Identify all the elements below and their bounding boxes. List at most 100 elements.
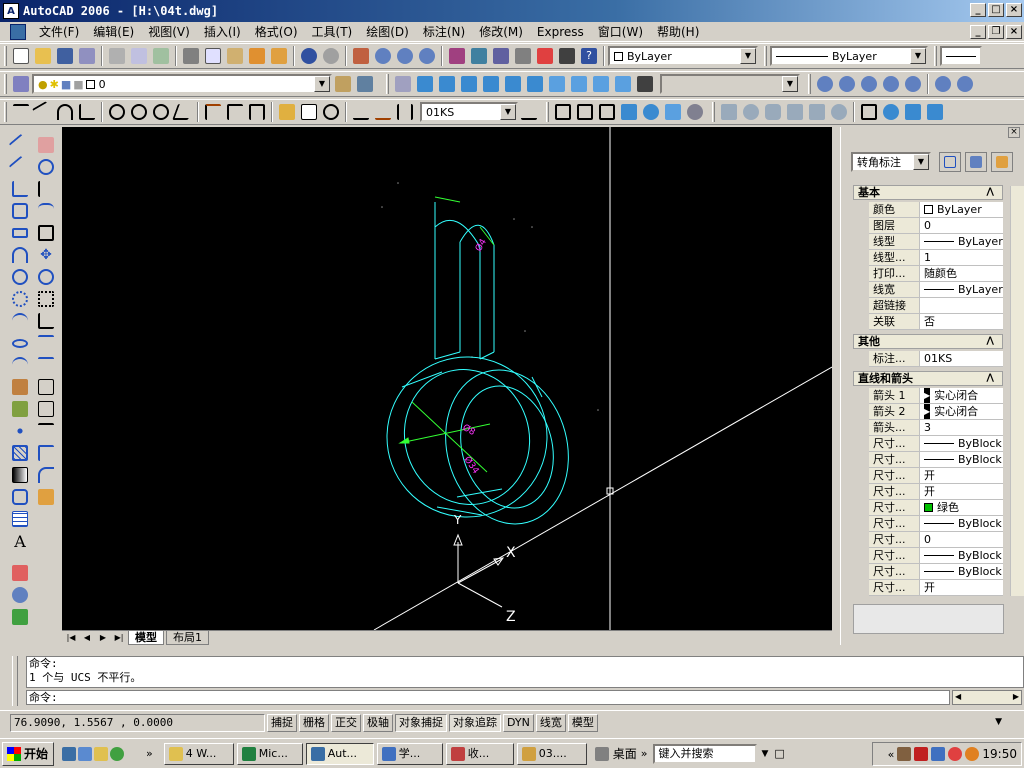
zoom-previous-icon[interactable] <box>416 45 438 67</box>
diameter-dim-icon[interactable] <box>150 101 172 123</box>
markup-icon[interactable] <box>534 45 556 67</box>
menu-draw[interactable]: 绘图(D) <box>359 23 416 41</box>
table-icon[interactable] <box>9 508 31 530</box>
solid-sphere-icon[interactable] <box>740 101 762 123</box>
status-toggle[interactable]: 模型 <box>567 713 598 732</box>
property-row[interactable]: 尺寸... ByBlock <box>869 452 1003 468</box>
chevron-down-icon[interactable]: ▼ <box>314 76 330 92</box>
zoom-realtime-left-icon[interactable] <box>9 584 31 606</box>
linetype-combo[interactable]: ByLayer ▼ <box>770 46 928 66</box>
property-row[interactable]: 尺寸... ByBlock <box>869 564 1003 580</box>
layer-combo[interactable]: ● ✱ ■ ■ 0 ▼ <box>32 74 332 94</box>
taskbar-button[interactable]: 学... <box>376 742 443 765</box>
leader-icon[interactable] <box>276 101 298 123</box>
rotate-icon[interactable] <box>35 266 57 288</box>
property-row[interactable]: 线型... 1 <box>869 250 1003 266</box>
right-view-icon[interactable] <box>480 73 502 95</box>
status-toggle[interactable]: 对象追踪 <box>449 713 501 732</box>
status-toggle[interactable]: 栅格 <box>299 713 329 732</box>
command-input[interactable]: 命令: <box>26 690 950 705</box>
tolerance-icon[interactable] <box>298 101 320 123</box>
pan-icon[interactable] <box>350 45 372 67</box>
collapse-chevron-icon[interactable]: ⋀ <box>986 372 994 385</box>
collapse-chevron-icon[interactable]: ⋀ <box>986 335 994 348</box>
tab-layout1[interactable]: 布局1 <box>166 630 209 645</box>
paste-icon[interactable] <box>224 45 246 67</box>
tray-network-icon[interactable] <box>931 747 946 761</box>
circle-icon[interactable] <box>9 266 31 288</box>
chevron-down-icon[interactable]: ▼ <box>740 48 756 64</box>
brush-icon[interactable] <box>268 45 290 67</box>
extend-icon[interactable] <box>35 354 57 376</box>
layer-manager-icon[interactable] <box>10 73 32 95</box>
status-toggle[interactable]: 极轴 <box>363 713 393 732</box>
drawing-area[interactable]: Ø8 Ø34 Ø4 Y X Z <box>62 127 832 630</box>
property-row[interactable]: 箭头 2 ▶ 实心闭合 <box>869 404 1003 420</box>
cut-icon[interactable] <box>180 45 202 67</box>
close-icon[interactable]: × <box>1008 127 1020 138</box>
close-button[interactable]: × <box>1006 3 1022 17</box>
taskbar-button[interactable]: 收... <box>445 742 514 765</box>
layer-previous-icon[interactable] <box>354 73 376 95</box>
open-icon[interactable] <box>32 45 54 67</box>
dim-style-icon[interactable] <box>518 101 540 123</box>
line-icon[interactable] <box>8 133 32 157</box>
back-view-icon[interactable] <box>524 73 546 95</box>
taskbar-button[interactable]: 4 W... <box>163 742 234 765</box>
baseline-dim-icon[interactable] <box>224 101 246 123</box>
extrude-icon[interactable] <box>858 101 880 123</box>
menu-dimension[interactable]: 标注(N) <box>416 23 472 41</box>
zoom-in-icon[interactable] <box>932 73 954 95</box>
make-block-icon[interactable] <box>9 398 31 420</box>
status-toggle[interactable]: 线宽 <box>535 713 566 732</box>
property-section-header[interactable]: 直线和箭头 ⋀ <box>853 371 1003 386</box>
trim-icon[interactable] <box>35 332 57 354</box>
property-row[interactable]: 箭头 1 ▶ 实心闭合 <box>869 388 1003 404</box>
tray-antivirus-icon[interactable] <box>948 747 963 761</box>
revolve-icon[interactable] <box>880 101 902 123</box>
status-menu-icon[interactable]: ▼ <box>995 717 1002 727</box>
front-view-icon[interactable] <box>502 73 524 95</box>
zoom-realtime-icon[interactable] <box>372 45 394 67</box>
fillet-icon[interactable] <box>35 464 57 486</box>
angular-dim-icon[interactable] <box>172 101 194 123</box>
chevron-down-icon[interactable]: ▼ <box>910 48 926 64</box>
rectangle-icon[interactable] <box>9 222 31 244</box>
browser-icon[interactable] <box>78 746 92 761</box>
desktop-label[interactable]: 桌面 <box>613 745 637 762</box>
clock[interactable]: 19:50 <box>982 747 1017 761</box>
status-toggle[interactable]: 正交 <box>331 713 361 732</box>
mirror-icon[interactable] <box>35 178 57 200</box>
plot-icon[interactable] <box>76 45 98 67</box>
object-snap-icon[interactable] <box>9 562 31 584</box>
undo-icon[interactable] <box>298 45 320 67</box>
document-icon[interactable] <box>10 23 26 40</box>
properties-scrollbar[interactable] <box>1010 186 1024 596</box>
join-icon[interactable] <box>35 420 57 442</box>
property-row[interactable]: 尺寸... 绿色 <box>869 500 1003 516</box>
search-input[interactable]: 键入并搜索 <box>653 743 758 764</box>
property-row[interactable]: 尺寸... 开 <box>869 468 1003 484</box>
save-icon[interactable] <box>54 45 76 67</box>
property-section-header[interactable]: 其他 ⋀ <box>853 334 1003 349</box>
arc-icon[interactable] <box>9 244 31 266</box>
doc-close-button[interactable]: × <box>1006 25 1022 39</box>
point-icon[interactable] <box>9 420 31 442</box>
zoom-out-icon[interactable] <box>954 73 976 95</box>
chamfer-icon[interactable] <box>35 442 57 464</box>
chevron-down-icon[interactable]: ▼ <box>500 104 516 120</box>
property-row[interactable]: 尺寸... ByBlock <box>869 548 1003 564</box>
select-objects-icon[interactable] <box>965 152 987 172</box>
polyline-icon[interactable] <box>9 178 31 200</box>
dim-update-icon[interactable] <box>394 101 416 123</box>
maximize-button[interactable]: □ <box>988 3 1004 17</box>
region-icon[interactable] <box>9 486 31 508</box>
render-icon[interactable] <box>684 101 706 123</box>
lineweight-combo[interactable] <box>940 46 982 66</box>
construction-line-icon[interactable] <box>8 155 32 179</box>
print-icon[interactable] <box>106 45 128 67</box>
top-view-icon[interactable] <box>414 73 436 95</box>
chevron-down-icon[interactable]: ▼ <box>913 154 929 170</box>
status-toggle[interactable]: DYN <box>503 713 534 732</box>
sw-iso-icon[interactable] <box>546 73 568 95</box>
